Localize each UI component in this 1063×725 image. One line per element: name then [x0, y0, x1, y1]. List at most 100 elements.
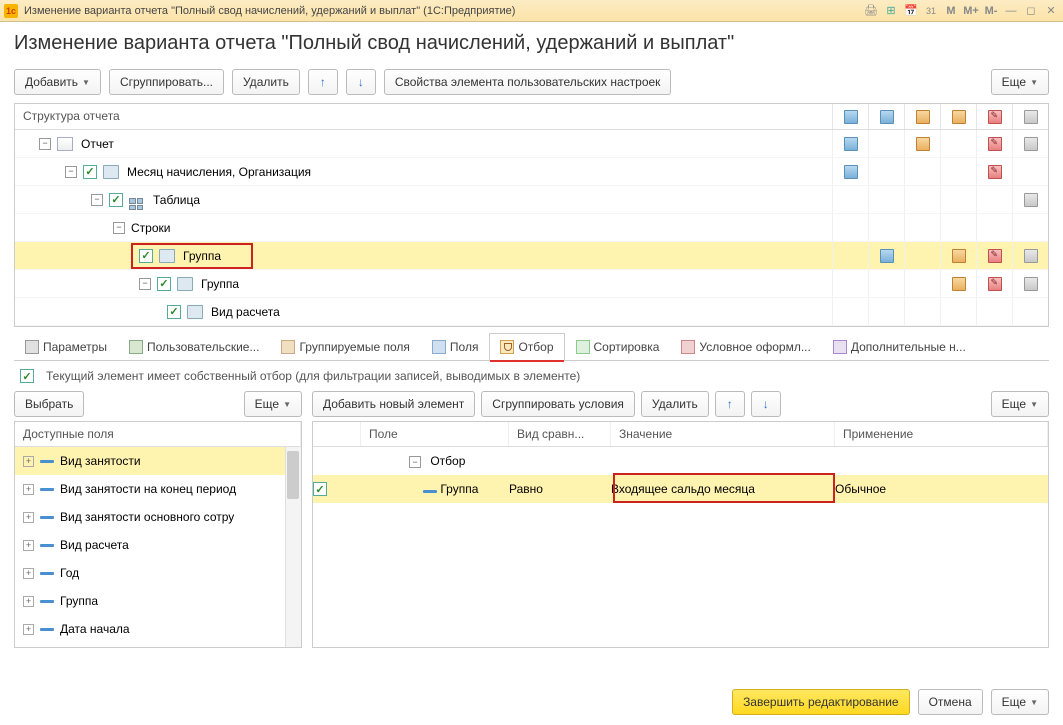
close-icon[interactable]: ✕	[1043, 3, 1059, 19]
filter-condition-row[interactable]: ✓ Группа Равно Входящее сальдо месяца Об…	[313, 475, 1048, 503]
list-item[interactable]: +Вид занятости основного сотру	[15, 503, 301, 531]
cell-icon[interactable]	[988, 249, 1002, 263]
minimize-icon[interactable]: —	[1003, 3, 1019, 19]
col-icon-2[interactable]	[880, 110, 894, 124]
cancel-button[interactable]: Отмена	[918, 689, 983, 715]
expander-icon[interactable]: −	[39, 138, 51, 150]
cell-icon[interactable]	[1024, 137, 1038, 151]
checkbox[interactable]: ✓	[139, 249, 153, 263]
tree-row-group-selected[interactable]: ✓ Группа	[15, 242, 1048, 270]
finish-editing-button[interactable]: Завершить редактирование	[732, 689, 910, 715]
cell-icon[interactable]	[1024, 249, 1038, 263]
col-icon-1[interactable]	[844, 110, 858, 124]
move-down-condition[interactable]	[751, 391, 781, 417]
list-item[interactable]: +Вид занятости	[15, 447, 301, 475]
tree-row-rows[interactable]: − Строки	[15, 214, 1048, 242]
tab-params[interactable]: Параметры	[14, 333, 118, 360]
expander-icon[interactable]: −	[65, 166, 77, 178]
cell-icon[interactable]	[1024, 193, 1038, 207]
list-item[interactable]: +Вид занятости на конец период	[15, 475, 301, 503]
delete-button[interactable]: Удалить	[232, 69, 300, 95]
tree-label: Группа	[201, 277, 239, 291]
cell-icon[interactable]	[988, 277, 1002, 291]
tab-fields[interactable]: Поля	[421, 333, 490, 360]
move-up-condition[interactable]	[715, 391, 745, 417]
expander-icon[interactable]: −	[113, 222, 125, 234]
right-more-button[interactable]: Еще▼	[991, 391, 1049, 417]
group-icon	[103, 165, 119, 179]
group-conditions-button[interactable]: Сгруппировать условия	[481, 391, 635, 417]
move-down-button[interactable]	[346, 69, 376, 95]
tree-row-report[interactable]: − Отчет	[15, 130, 1048, 158]
checkbox[interactable]: ✓	[167, 305, 181, 319]
tab-user[interactable]: Пользовательские...	[118, 333, 271, 360]
checkbox[interactable]: ✓	[109, 193, 123, 207]
expand-icon[interactable]: +	[23, 484, 34, 495]
cond-icon	[681, 340, 695, 354]
list-item[interactable]: +Дата начала	[15, 615, 301, 643]
col-icon-4[interactable]	[952, 110, 966, 124]
filter-note-text: Текущий элемент имеет собственный отбор …	[46, 369, 580, 383]
user-icon	[129, 340, 143, 354]
filter-note-checkbox[interactable]: ✓	[20, 369, 34, 383]
expand-icon[interactable]: +	[23, 568, 34, 579]
tree-row-table[interactable]: − ✓ Таблица	[15, 186, 1048, 214]
select-button[interactable]: Выбрать	[14, 391, 84, 417]
tree-row-group2[interactable]: − ✓ Группа	[15, 270, 1048, 298]
expander-icon[interactable]: −	[139, 278, 151, 290]
list-item[interactable]: +Год	[15, 559, 301, 587]
cell-icon[interactable]	[844, 165, 858, 179]
checkbox[interactable]: ✓	[157, 277, 171, 291]
mplus-button[interactable]: M+	[963, 3, 979, 19]
cell-icon[interactable]	[880, 249, 894, 263]
footer-more-button[interactable]: Еще▼	[991, 689, 1049, 715]
print-icon[interactable]: 🖨	[863, 3, 879, 19]
element-props-button[interactable]: Свойства элемента пользовательских настр…	[384, 69, 672, 95]
expand-icon[interactable]: +	[23, 456, 34, 467]
move-up-button[interactable]	[308, 69, 338, 95]
tab-cond[interactable]: Условное оформл...	[670, 333, 821, 360]
expand-icon[interactable]: +	[23, 540, 34, 551]
expander-icon[interactable]: −	[91, 194, 103, 206]
condition-checkbox[interactable]: ✓	[313, 482, 327, 496]
available-fields-list: +Вид занятости +Вид занятости на конец п…	[15, 447, 301, 647]
tab-sort[interactable]: Сортировка	[565, 333, 671, 360]
left-more-button[interactable]: Еще▼	[244, 391, 302, 417]
field-icon	[40, 600, 54, 603]
delete-condition-button[interactable]: Удалить	[641, 391, 709, 417]
col-icon-3[interactable]	[916, 110, 930, 124]
list-item[interactable]: +Вид расчета	[15, 531, 301, 559]
cell-icon[interactable]	[844, 137, 858, 151]
expand-icon[interactable]: +	[23, 512, 34, 523]
expand-icon[interactable]: +	[23, 596, 34, 607]
expander-icon[interactable]: −	[409, 456, 421, 468]
calendar-icon[interactable]: 📅	[903, 3, 919, 19]
cell-icon[interactable]	[988, 165, 1002, 179]
add-element-button[interactable]: Добавить новый элемент	[312, 391, 475, 417]
tab-extra[interactable]: Дополнительные н...	[822, 333, 977, 360]
expand-icon[interactable]: +	[23, 624, 34, 635]
group-button[interactable]: Сгруппировать...	[109, 69, 224, 95]
cell-icon[interactable]	[952, 277, 966, 291]
col-icon-6[interactable]	[1024, 110, 1038, 124]
maximize-icon[interactable]: ◻	[1023, 3, 1039, 19]
tab-filter[interactable]: Отбор	[489, 333, 564, 360]
calc-icon[interactable]: ⊞	[883, 3, 899, 19]
tree-row-month-org[interactable]: − ✓ Месяц начисления, Организация	[15, 158, 1048, 186]
cell-icon[interactable]	[1024, 277, 1038, 291]
filter-group-row[interactable]: − Отбор	[313, 447, 1048, 475]
cal31-icon[interactable]: 31	[923, 3, 939, 19]
m-button[interactable]: M	[943, 3, 959, 19]
more-button[interactable]: Еще▼	[991, 69, 1049, 95]
scrollbar[interactable]	[285, 447, 301, 647]
cell-icon[interactable]	[916, 137, 930, 151]
checkbox[interactable]: ✓	[83, 165, 97, 179]
list-item[interactable]: +Группа	[15, 587, 301, 615]
cell-icon[interactable]	[952, 249, 966, 263]
col-icon-5[interactable]	[988, 110, 1002, 124]
tree-row-calc-type[interactable]: ✓ Вид расчета	[15, 298, 1048, 326]
tab-group[interactable]: Группируемые поля	[270, 333, 420, 360]
cell-icon[interactable]	[988, 137, 1002, 151]
add-button[interactable]: Добавить▼	[14, 69, 101, 95]
mminus-button[interactable]: M-	[983, 3, 999, 19]
